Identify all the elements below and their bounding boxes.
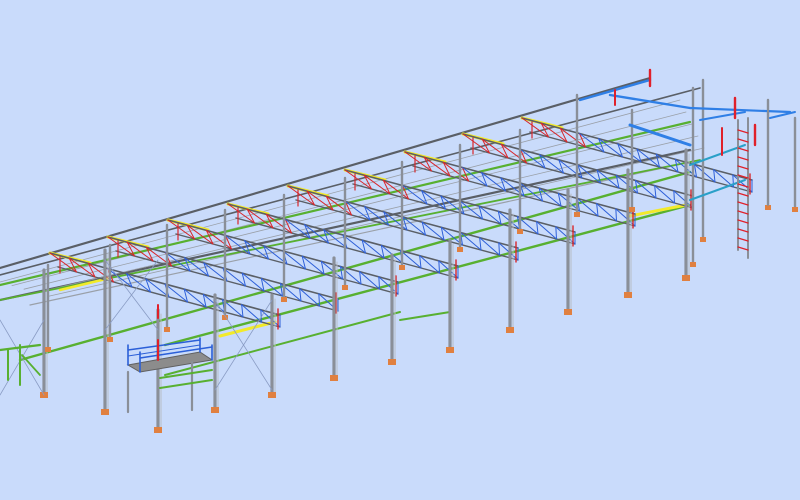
roof-purlin: [35, 135, 699, 294]
platform-green-brace: [159, 379, 213, 389]
truss-web: [359, 271, 362, 285]
column-base-plate: [164, 327, 170, 332]
column-base-plate: [457, 247, 463, 252]
stair-tread: [737, 228, 749, 233]
end-bracing-blue: [608, 93, 692, 110]
truss-web: [299, 288, 302, 302]
girt-green-stub: [399, 311, 451, 321]
column-base-plate: [506, 327, 514, 333]
column-base-plate: [446, 347, 454, 353]
truss-web: [615, 208, 617, 222]
stair-tread: [737, 147, 749, 152]
column-base-plate: [700, 237, 706, 242]
column-base-plate: [211, 407, 219, 413]
truss-web: [673, 190, 675, 204]
model-viewport[interactable]: [0, 0, 800, 500]
stair-tread: [737, 192, 749, 197]
column-base-plate: [399, 265, 405, 270]
structural-model-view: [0, 68, 798, 433]
stair-tread: [737, 246, 749, 251]
truss-web: [654, 185, 657, 199]
platform-handrail: [127, 339, 201, 351]
truss-web: [378, 276, 380, 290]
stair-tread: [737, 165, 749, 170]
column-base-plate: [45, 347, 51, 352]
end-bracing-blue: [688, 106, 792, 114]
truss-web: [713, 169, 716, 183]
truss-web: [241, 304, 244, 318]
roof-longitudinal-back: [0, 76, 652, 270]
column-base-plate: [101, 409, 109, 415]
stair-tread: [737, 201, 749, 206]
truss-web: [260, 309, 262, 323]
truss-web: [419, 255, 422, 269]
column-base-plate: [517, 229, 523, 234]
column-base-plate: [792, 207, 798, 212]
truss-web: [318, 293, 320, 307]
column-base-plate: [388, 359, 396, 365]
stair-tread: [737, 219, 749, 224]
stair-tread: [737, 156, 749, 161]
truss-web: [596, 203, 599, 217]
stair-tread: [737, 129, 749, 134]
column-base-plate: [342, 285, 348, 290]
stair-tread: [737, 138, 749, 143]
column-base-plate: [629, 207, 635, 212]
column-base-plate: [690, 262, 696, 267]
stair-tread: [737, 210, 749, 215]
column-base-plate: [268, 392, 276, 398]
column-base-plate: [624, 292, 632, 298]
end-bracing-blue: [699, 111, 746, 121]
end-bracing-blue: [769, 111, 796, 119]
end-bracing-cyan: [689, 144, 746, 166]
column-base-plate: [682, 275, 690, 281]
column-base-plate: [574, 212, 580, 217]
column-base-plate: [154, 427, 162, 433]
truss-web: [555, 226, 557, 240]
column-base-plate: [564, 309, 572, 315]
truss-web: [498, 242, 500, 256]
column-base-plate: [107, 337, 113, 342]
truss-web: [438, 260, 440, 274]
column-base-plate: [330, 375, 338, 381]
truss-web: [536, 221, 539, 235]
truss-web: [479, 237, 482, 251]
stair-tread: [737, 237, 749, 242]
column-base-plate: [281, 297, 287, 302]
